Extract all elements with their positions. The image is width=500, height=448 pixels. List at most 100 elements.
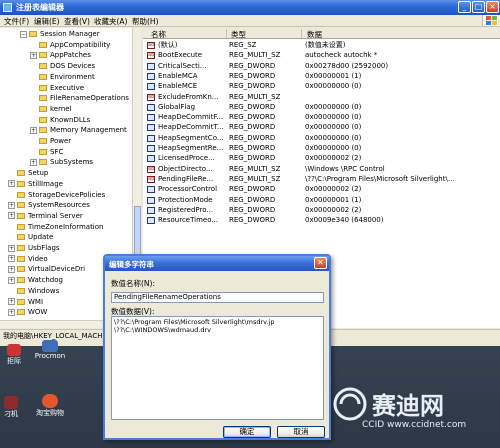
tree-item[interactable]: Update	[8, 233, 53, 242]
tree-item[interactable]: Environment	[30, 73, 95, 82]
ok-button[interactable]: 确定	[223, 426, 271, 438]
registry-value-row[interactable]: GlobalFlag REG_DWORD 0x00000000 (0)	[143, 103, 500, 112]
tree-item[interactable]: + SystemResources	[8, 201, 90, 210]
registry-value-row[interactable]: LicensedProce... REG_DWORD 0x00000002 (2)	[143, 154, 500, 163]
value-data: 0x00000002 (2)	[305, 154, 362, 163]
desktop-icon-taobao[interactable]: 淘宝购物	[30, 394, 70, 418]
value-type: REG_DWORD	[229, 185, 276, 194]
desktop-icon-1[interactable]: 拒际	[2, 344, 26, 366]
menu-favorites[interactable]: 收藏夹(A)	[94, 16, 127, 27]
folder-icon	[39, 41, 47, 48]
expander-icon[interactable]: +	[8, 255, 15, 263]
tree-item[interactable]: + Watchdog	[8, 276, 63, 285]
expander-icon[interactable]: +	[8, 265, 15, 273]
value-name-label: 数值名称(N):	[111, 279, 155, 288]
value-name-field[interactable]: PendingFileRenameOperations	[111, 292, 324, 303]
column-header-type[interactable]: 类型	[231, 29, 246, 40]
tree-item[interactable]: + Memory Management	[30, 126, 127, 135]
registry-value-row[interactable]: HeapSegmentRe... REG_DWORD 0x00000000 (0)	[143, 144, 500, 153]
desktop-icon-procmon[interactable]: Procmon	[30, 340, 70, 360]
expander-icon[interactable]: +	[8, 212, 15, 220]
minimize-button[interactable]: _	[458, 1, 471, 13]
tree-item[interactable]: SFC	[30, 148, 63, 157]
tree-item[interactable]: Power	[30, 137, 71, 146]
title-bar[interactable]: 注册表编辑器 _ □ ×	[0, 0, 500, 15]
registry-value-row[interactable]: PendingFileRe... REG_MULTI_SZ \??\C:\Progr…	[143, 175, 500, 184]
registry-value-row[interactable]: ObjectDirecto... REG_MULTI_SZ \Windows \RP…	[143, 165, 500, 174]
registry-value-row[interactable]: (默认) REG_SZ (数值未设置)	[143, 41, 500, 50]
close-button[interactable]: ×	[486, 1, 499, 13]
registry-value-row[interactable]: RegisteredPro... REG_DWORD 0x00000002 (2)	[143, 206, 500, 215]
folder-icon	[17, 298, 25, 305]
tree-item[interactable]: + AppPatches	[30, 51, 91, 60]
tree-item[interactable]: + WOW	[8, 308, 47, 317]
tree-item-label: Memory Management	[50, 126, 127, 135]
desktop-icon-3[interactable]: 刁机	[0, 396, 22, 419]
folder-icon	[39, 127, 47, 134]
expander-icon[interactable]: +	[30, 158, 37, 166]
dialog-title-bar[interactable]: 编辑多字符串 ✕	[105, 256, 329, 271]
expander-icon[interactable]: +	[8, 298, 15, 305]
tree-item[interactable]: AppCompatibility	[30, 41, 110, 50]
tree-item[interactable]: + UsbFlags	[8, 244, 60, 253]
registry-value-row[interactable]: ExcludeFromKn... REG_MULTI_SZ	[143, 93, 500, 102]
registry-value-row[interactable]: EnableMCA REG_DWORD 0x00000001 (1)	[143, 72, 500, 81]
registry-value-row[interactable]: BootExecute REG_MULTI_SZ autocheck autochk…	[143, 51, 500, 60]
value-data-textarea[interactable]: \??\C:\Program Files\Microsoft Silverlig…	[111, 316, 324, 420]
tree-item[interactable]: FileRenameOperations	[30, 94, 129, 103]
binary-value-icon	[147, 145, 155, 152]
maximize-button[interactable]: □	[472, 1, 485, 13]
expander-icon[interactable]: +	[8, 244, 15, 252]
tree-item[interactable]: − Session Manager	[20, 30, 100, 39]
tree-item[interactable]: KnownDLLs	[30, 116, 90, 125]
expander-icon[interactable]: +	[30, 126, 37, 134]
cancel-button[interactable]: 取消	[277, 426, 325, 438]
menu-view[interactable]: 查看(V)	[64, 16, 90, 27]
expander-icon[interactable]: +	[30, 51, 37, 59]
tree-item[interactable]: + WMI	[8, 298, 43, 307]
registry-value-row[interactable]: HeapSegmentCo... REG_DWORD 0x00000000 (0)	[143, 134, 500, 143]
folder-icon	[39, 105, 47, 112]
dialog-close-button[interactable]: ✕	[314, 257, 327, 269]
tree-item[interactable]: TimeZoneInformation	[8, 223, 103, 232]
expander-icon[interactable]: +	[8, 276, 15, 284]
desktop-icon-label: 刁机	[4, 410, 18, 418]
menu-file[interactable]: 文件(F)	[4, 16, 29, 27]
registry-value-row[interactable]: CriticalSecti... REG_DWORD 0x00278d00 (259…	[143, 62, 500, 71]
tree-item[interactable]: kernel	[30, 105, 72, 114]
menu-help[interactable]: 帮助(H)	[132, 16, 159, 27]
registry-value-row[interactable]: HeapDeCommitF... REG_DWORD 0x00000000 (0)	[143, 113, 500, 122]
column-header-name[interactable]: 名称	[151, 29, 166, 40]
tree-item[interactable]: Windows	[8, 287, 59, 296]
string-value-icon	[147, 41, 155, 50]
value-data: 0x00000000 (0)	[305, 113, 362, 122]
menu-edit[interactable]: 编辑(E)	[34, 16, 60, 27]
tree-item[interactable]: DOS Devices	[30, 62, 95, 71]
expander-icon[interactable]: +	[8, 308, 15, 316]
string-value-icon	[147, 175, 155, 184]
tree-item[interactable]: + VirtualDeviceDri	[8, 265, 85, 274]
binary-value-icon	[147, 155, 155, 163]
registry-value-row[interactable]: ProtectionMode REG_DWORD 0x00000001 (1)	[143, 196, 500, 205]
value-name: ExcludeFromKn...	[158, 92, 219, 101]
tree-item[interactable]: + StillImage	[8, 180, 63, 189]
tree-item[interactable]: + SubSystems	[30, 158, 93, 167]
registry-value-row[interactable]: HeapDeCommitT... REG_DWORD 0x00000000 (0)	[143, 123, 500, 132]
expander-icon[interactable]: +	[8, 201, 15, 209]
column-header-data[interactable]: 数据	[307, 29, 322, 40]
tree-item[interactable]: StorageDevicePolicies	[8, 191, 105, 200]
value-type: REG_DWORD	[229, 71, 276, 80]
folder-icon	[17, 255, 25, 262]
tree-item[interactable]: + Video	[8, 255, 48, 264]
scrollbar-thumb[interactable]	[134, 206, 141, 256]
tree-item[interactable]: Executive	[30, 84, 84, 93]
value-name: (默认)	[158, 41, 178, 49]
registry-value-row[interactable]: EnableMCE REG_DWORD 0x00000000 (0)	[143, 82, 500, 91]
tree-item[interactable]: Setup	[8, 169, 48, 178]
expander-icon[interactable]: −	[20, 30, 27, 38]
tree-item[interactable]: + Terminal Server	[8, 212, 83, 221]
registry-value-row[interactable]: ProcessorControl REG_DWORD 0x00000002 (2)	[143, 185, 500, 194]
expander-icon[interactable]: +	[8, 180, 15, 188]
window-title: 注册表编辑器	[16, 3, 64, 12]
registry-value-row[interactable]: ResourceTimeo... REG_DWORD 0x0009e340 (648…	[143, 216, 500, 225]
